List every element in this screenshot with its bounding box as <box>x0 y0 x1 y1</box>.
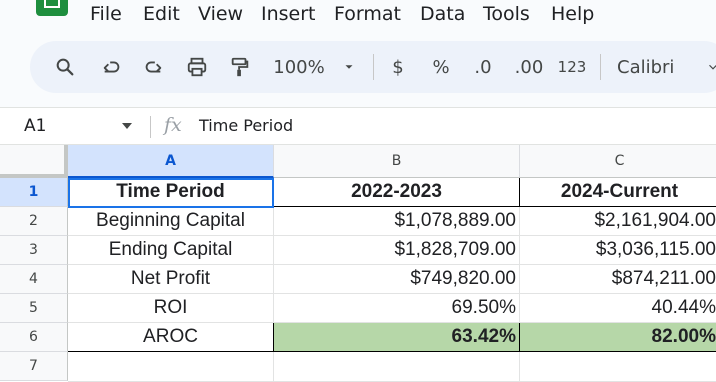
search-icon[interactable] <box>52 54 78 80</box>
cell-b1[interactable]: 2022-2023 <box>274 178 520 207</box>
cell-b4[interactable]: $749,820.00 <box>274 265 520 294</box>
cell-a5[interactable]: ROI <box>68 294 274 323</box>
menu-view[interactable]: View <box>198 3 243 25</box>
cell-c1[interactable]: 2024-Current <box>520 178 716 207</box>
cell-a1[interactable]: Time Period <box>68 178 274 207</box>
column-header-b[interactable]: B <box>274 145 520 178</box>
fx-icon: fx <box>164 114 182 136</box>
cell-c7[interactable] <box>520 352 716 382</box>
cell-b7[interactable] <box>274 352 520 382</box>
row-header-2[interactable]: 2 <box>0 207 68 236</box>
toolbar: 100% $ % .0 .00 123 Calibri <box>30 41 716 93</box>
sheets-logo-icon[interactable] <box>36 0 68 16</box>
cell-c4[interactable]: $874,211.00 <box>520 265 716 294</box>
column-header-c[interactable]: C <box>520 145 716 178</box>
name-box[interactable]: A1 <box>24 116 46 136</box>
cell-a3[interactable]: Ending Capital <box>68 236 274 265</box>
menu-tools[interactable]: Tools <box>483 3 530 25</box>
name-box-chevron-icon[interactable] <box>122 123 132 129</box>
cell-b5[interactable]: 69.50% <box>274 294 520 323</box>
currency-format-button[interactable]: $ <box>388 54 408 80</box>
column-header-a[interactable]: A <box>68 145 274 178</box>
select-all-corner[interactable] <box>0 145 68 178</box>
row-header-6[interactable]: 6 <box>0 323 68 352</box>
spreadsheet-grid: A B C 1 2 3 4 5 6 7 Time Period 2022-202… <box>0 145 716 382</box>
toolbar-divider <box>600 54 601 80</box>
formula-bar: A1 fx Time Period <box>0 107 716 145</box>
formula-input[interactable]: Time Period <box>199 116 293 135</box>
chevron-down-icon[interactable] <box>342 54 356 80</box>
paint-format-icon[interactable] <box>227 54 253 80</box>
row-header-3[interactable]: 3 <box>0 236 68 265</box>
print-icon[interactable] <box>184 54 210 80</box>
row-header-1[interactable]: 1 <box>0 178 68 207</box>
formula-divider <box>150 116 151 138</box>
cell-b6[interactable]: 63.42% <box>274 323 520 352</box>
cell-c6[interactable]: 82.00% <box>520 323 716 352</box>
cell-a6[interactable]: AROC <box>68 323 274 352</box>
decrease-decimal-label: .0 <box>474 56 492 78</box>
menu-format[interactable]: Format <box>334 3 401 25</box>
cell-c3[interactable]: $3,036,115.00 <box>520 236 716 265</box>
cell-b3[interactable]: $1,828,709.00 <box>274 236 520 265</box>
redo-icon[interactable] <box>140 54 166 80</box>
undo-icon[interactable] <box>99 54 125 80</box>
toolbar-divider <box>373 54 374 80</box>
cell-c5[interactable]: 40.44% <box>520 294 716 323</box>
row-header-4[interactable]: 4 <box>0 265 68 294</box>
decrease-decimal-button[interactable]: .0 <box>470 54 496 80</box>
font-select[interactable]: Calibri <box>617 54 683 80</box>
increase-decimal-button[interactable]: .00 <box>512 54 546 80</box>
cell-a2[interactable]: Beginning Capital <box>68 207 274 236</box>
cell-a7[interactable] <box>68 352 274 382</box>
row-header-5[interactable]: 5 <box>0 294 68 323</box>
increase-decimal-label: .00 <box>514 56 544 78</box>
menu-insert[interactable]: Insert <box>261 3 316 25</box>
menu-data[interactable]: Data <box>420 3 465 25</box>
cell-a4[interactable]: Net Profit <box>68 265 274 294</box>
menu-file[interactable]: File <box>90 3 122 25</box>
menu-help[interactable]: Help <box>551 3 594 25</box>
menu-bar: File Edit View Insert Format Data Tools … <box>0 0 716 30</box>
cell-c2[interactable]: $2,161,904.00 <box>520 207 716 236</box>
percent-format-button[interactable]: % <box>430 54 452 80</box>
number-format-button[interactable]: 123 <box>557 54 587 80</box>
menu-edit[interactable]: Edit <box>143 3 180 25</box>
cell-b2[interactable]: $1,078,889.00 <box>274 207 520 236</box>
zoom-select[interactable]: 100% <box>271 54 327 80</box>
row-header-7[interactable]: 7 <box>0 352 68 381</box>
font-chevron-down-icon[interactable] <box>706 54 716 80</box>
